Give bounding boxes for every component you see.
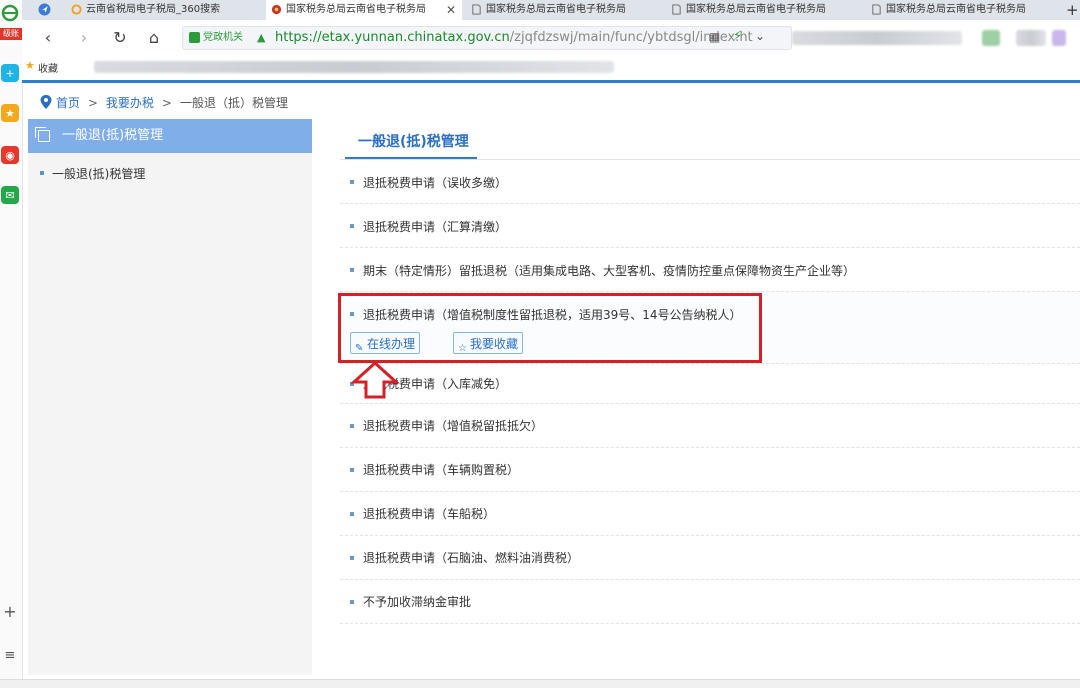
bullet-icon — [350, 600, 354, 604]
tab-bar: 云南省税局电子税局_360搜索 国家税务总局云南省电子税务局 ✕ 国家税务总局云… — [22, 0, 1080, 20]
lightning-icon[interactable]: ⚡ — [733, 29, 742, 44]
star-icon[interactable]: ★ — [1, 104, 19, 122]
account-badge[interactable]: 级账号 — [0, 28, 22, 50]
tax-emblem-icon — [271, 4, 282, 15]
list-item-label[interactable]: 退抵税费申请（误收多缴） — [363, 174, 507, 191]
bullet-icon — [350, 556, 354, 560]
star-icon: ★ — [25, 59, 35, 72]
new-tab-button[interactable]: + — [1062, 0, 1080, 20]
chevron-down-icon[interactable]: ⌄ — [755, 29, 765, 43]
lock-icon: ▲ — [257, 31, 266, 44]
side-nav-header-label: 一般退(抵)税管理 — [62, 128, 164, 143]
breadcrumb-separator: > — [87, 96, 98, 110]
browser-left-rail: 级账号 + ★ ◉ ✉ + ≡ — [0, 0, 23, 687]
list-item[interactable]: 退抵税费申请（石脑油、燃料油消费税） — [340, 536, 1080, 580]
list-item-label[interactable]: 退抵税费申请（石脑油、燃料油消费税） — [363, 549, 579, 566]
bullet-icon — [350, 424, 354, 428]
blurred-search-box[interactable] — [792, 31, 962, 45]
page-title[interactable]: 一般退(抵)税管理 — [358, 131, 469, 151]
sidebar-item-general-refund[interactable]: 一般退(抵)税管理 — [39, 165, 145, 182]
page-icon — [672, 4, 681, 15]
address-bar: ‹ › ↻ ⌂ 党政机关 ▲ https://etax.yunnan.china… — [22, 20, 1080, 57]
browser-logo-icon[interactable] — [1, 4, 19, 22]
url-text: https://etax.yunnan.chinatax.gov.cn/zjqf… — [275, 30, 753, 45]
close-icon[interactable]: ✕ — [446, 0, 456, 20]
location-pin-icon — [40, 95, 52, 109]
back-icon[interactable]: ‹ — [38, 28, 58, 48]
list-item[interactable]: 期末（特定情形）留抵退税（适用集成电路、大型客机、疫情防控重点保障物资生产企业等… — [340, 248, 1080, 292]
list-item-label[interactable]: 退抵税费申请（汇算清缴） — [363, 218, 507, 235]
bookmarks-bar: ★ 收藏 — [22, 56, 1080, 83]
tab-title: 国家税务总局云南省电子税务局 — [886, 4, 1026, 15]
tab-title: 国家税务总局云南省电子税务局 — [486, 4, 626, 15]
list-item[interactable]: 退抵税费申请（车辆购置税） — [340, 448, 1080, 492]
list-item-label[interactable]: 退抵税费申请（车辆购置税） — [363, 461, 519, 478]
side-nav: 一般退(抵)税管理 一般退(抵)税管理 — [28, 119, 312, 675]
forward-icon[interactable]: › — [74, 28, 94, 48]
bullet-icon — [350, 268, 354, 272]
page-icon — [472, 4, 481, 15]
blurred-extension[interactable] — [1052, 30, 1066, 46]
list-item-label[interactable]: 退抵税费申请（增值税留抵抵欠） — [363, 417, 543, 434]
breadcrumb-current: 一般退（抵）税管理 — [179, 96, 288, 110]
highlight-annotation — [338, 293, 762, 363]
bullet-icon — [350, 180, 354, 184]
tab-title: 云南省税局电子税局_360搜索 — [86, 4, 221, 15]
gov-badge: 党政机关 — [189, 31, 243, 45]
tab-etax-active[interactable]: 国家税务总局云南省电子税务局 ✕ — [266, 0, 462, 20]
tab-title: 国家税务总局云南省电子税务局 — [686, 4, 826, 15]
url-input[interactable]: 党政机关 ▲ https://etax.yunnan.chinatax.gov.… — [182, 26, 792, 50]
list-item[interactable]: 退抵税费申请（车船税） — [340, 492, 1080, 536]
list-item[interactable]: 退抵税费申请（增值税留抵抵欠） — [340, 404, 1080, 448]
navigate-icon — [38, 3, 51, 16]
list-item[interactable]: 不予加收滞纳金审批 — [340, 580, 1080, 624]
list-item-label[interactable]: 不予加收滞纳金审批 — [363, 593, 471, 610]
tab-360-search[interactable]: 云南省税局电子税局_360搜索 — [66, 0, 266, 20]
list-item[interactable]: 退抵税费申请（误收多缴） — [340, 160, 1080, 204]
up-arrow-annotation-icon — [350, 360, 400, 399]
copy-icon — [35, 127, 50, 142]
bullet-icon — [350, 468, 354, 472]
add-icon[interactable]: + — [1, 602, 19, 621]
breadcrumb-section[interactable]: 我要办税 — [106, 96, 154, 110]
blurred-extension[interactable] — [1016, 30, 1046, 46]
list-item[interactable]: 退抵税费申请（汇算清缴） — [340, 204, 1080, 248]
home-icon[interactable]: ⌂ — [144, 28, 164, 48]
reload-icon[interactable]: ↻ — [110, 28, 130, 48]
search-icon — [71, 4, 82, 15]
breadcrumb-home[interactable]: 首页 — [56, 96, 80, 110]
page-icon — [872, 4, 881, 15]
menu-icon[interactable]: ≡ — [1, 646, 19, 664]
side-nav-header[interactable]: 一般退(抵)税管理 — [28, 119, 312, 153]
tab-etax[interactable]: 国家税务总局云南省电子税务局 — [666, 0, 862, 20]
list-item-label[interactable]: 期末（特定情形）留抵退税（适用集成电路、大型客机、疫情防控重点保障物资生产企业等… — [363, 262, 855, 279]
url-domain: https://etax.yunnan.chinatax.gov.cn — [275, 30, 510, 45]
bullet-icon — [350, 224, 354, 228]
plus-circle-icon[interactable]: + — [1, 64, 19, 82]
tab-etax[interactable]: 国家税务总局云南省电子税务局 — [466, 0, 662, 20]
weibo-icon[interactable]: ◉ — [1, 146, 19, 164]
list-item-label[interactable]: 退抵税费申请（车船税） — [363, 505, 495, 522]
blurred-extension[interactable] — [982, 30, 1000, 46]
bullet-icon — [350, 512, 354, 516]
mail-icon[interactable]: ✉ — [1, 186, 19, 204]
list-item[interactable]: 退抵税费申请（入库减免） — [340, 364, 1080, 404]
breadcrumb-separator: > — [161, 96, 172, 110]
tab-title: 国家税务总局云南省电子税务局 — [286, 4, 426, 15]
tab-etax[interactable]: 国家税务总局云南省电子税务局 — [866, 0, 1062, 20]
qr-icon[interactable]: ▦ — [709, 30, 720, 44]
breadcrumb: 首页 > 我要办税 > 一般退（抵）税管理 — [40, 94, 288, 111]
bookmarks-label[interactable]: 收藏 — [38, 60, 58, 75]
blurred-bookmarks[interactable] — [94, 61, 614, 73]
